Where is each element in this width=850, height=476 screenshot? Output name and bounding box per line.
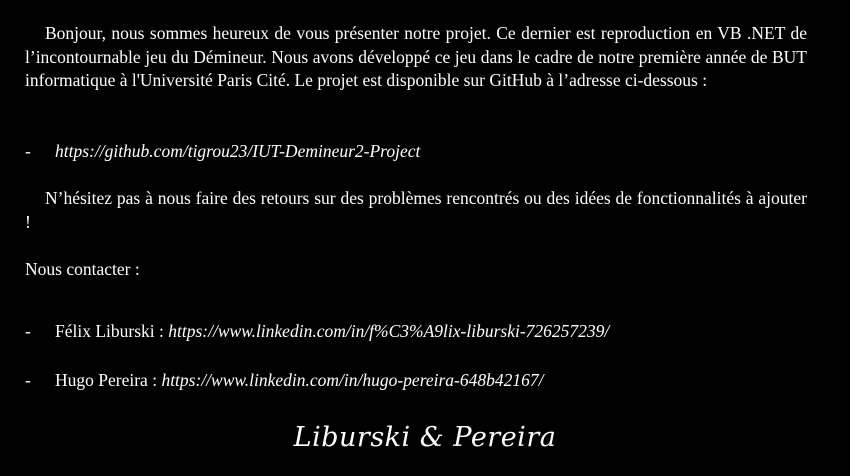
linkedin-link-pereira[interactable]: https://www.linkedin.com/in/hugo-pereira… xyxy=(161,370,543,390)
contact-name: Hugo Pereira : xyxy=(55,370,162,390)
intro-paragraph: Bonjour, nous sommes heureux de vous pré… xyxy=(25,23,807,90)
signature: Liburski & Pereira xyxy=(293,422,557,453)
page: { "intro": { "text": "Bonjour, nous somm… xyxy=(0,0,850,476)
contact-entry: Félix Liburski : https://www.linkedin.co… xyxy=(55,320,609,344)
feedback-paragraph: N’hésitez pas à nous faire des retours s… xyxy=(25,188,807,232)
contact-heading: Nous contacter : xyxy=(25,259,140,279)
contact-name: Félix Liburski : xyxy=(55,321,169,341)
list-dash: - xyxy=(25,141,31,161)
linkedin-link-liburski[interactable]: https://www.linkedin.com/in/f%C3%A9lix-l… xyxy=(168,321,609,341)
contact-entry: Hugo Pereira : https://www.linkedin.com/… xyxy=(55,369,544,393)
list-dash: - xyxy=(25,321,31,341)
github-link[interactable]: https://github.com/tigrou23/IUT-Demineur… xyxy=(55,140,420,164)
list-dash: - xyxy=(25,370,31,390)
